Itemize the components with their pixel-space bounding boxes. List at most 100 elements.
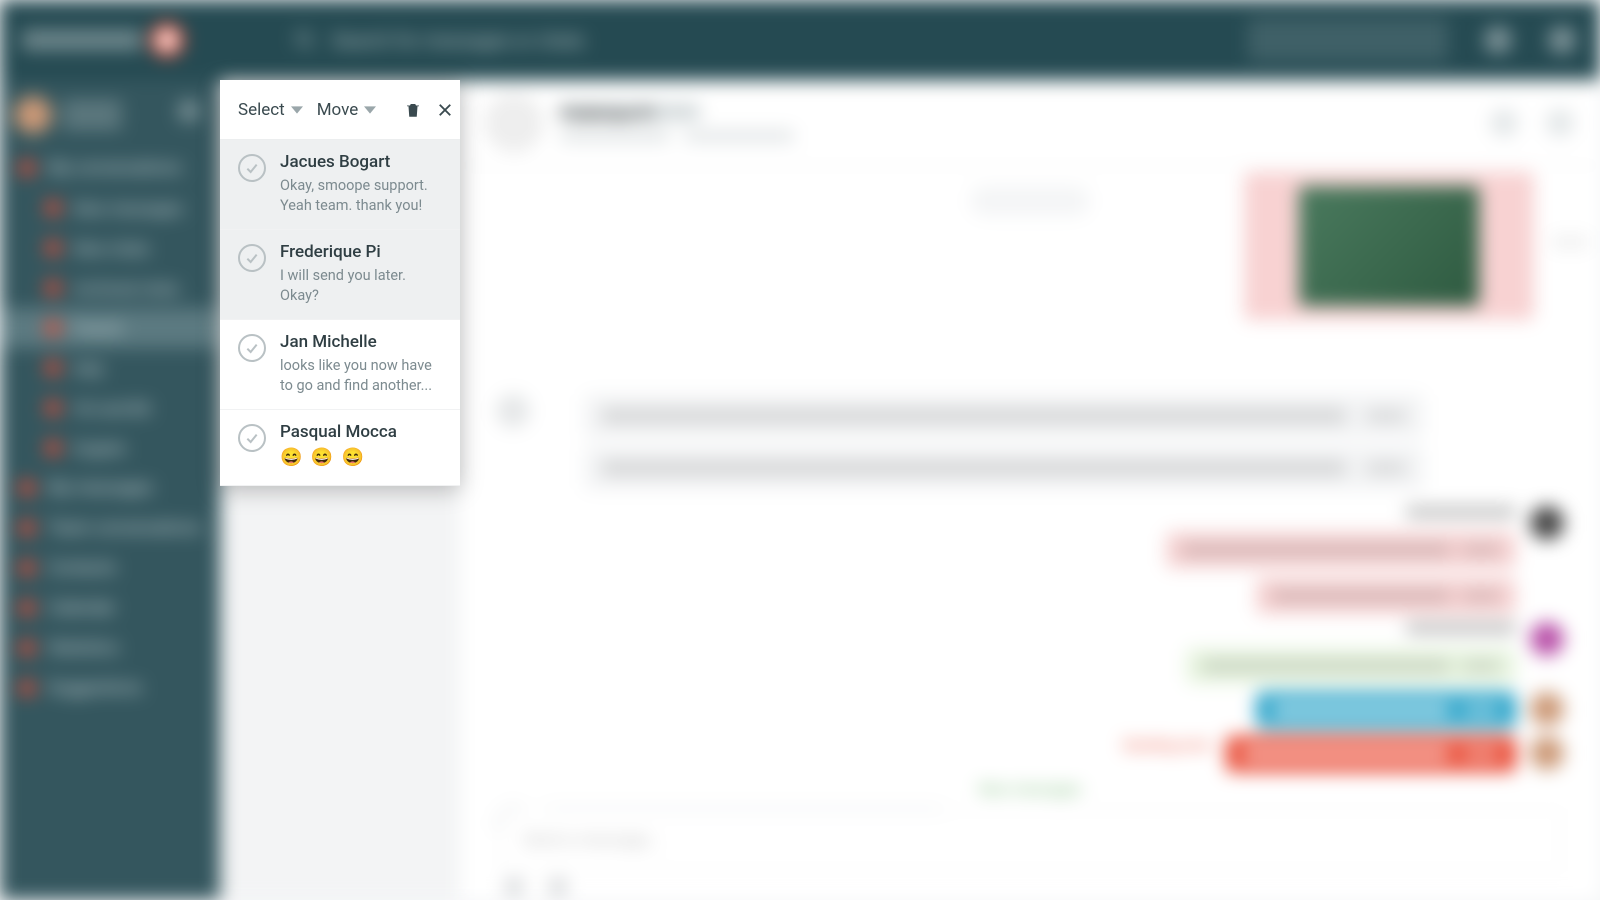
- select-label: Select: [238, 100, 285, 120]
- incoming-row: [496, 806, 1564, 858]
- conversation-select-panel: Select Move Jacues Bogart Okay, smoope su…: [220, 80, 460, 486]
- search[interactable]: Search for messages or chats: [294, 29, 584, 52]
- image-attachment[interactable]: [1244, 172, 1534, 320]
- sidebar-bullet-icon: [46, 201, 60, 215]
- sidebar-user[interactable]: [14, 92, 206, 138]
- chat-title: Frederique Pi: [560, 104, 700, 120]
- topbar: Search for messages or chats: [0, 0, 1600, 80]
- sidebar-item[interactable]: English: [0, 428, 220, 468]
- msg-avatar: [1530, 506, 1564, 540]
- header-compose-icon[interactable]: [1548, 26, 1576, 54]
- chat-avatar: [486, 95, 542, 151]
- outgoing-bubble: [1256, 578, 1516, 614]
- sidebar-bullet-icon: [46, 361, 60, 375]
- sidebar-item[interactable]: Contacts: [0, 548, 220, 588]
- chat-body: Sending error New messages: [460, 166, 1600, 780]
- outgoing-bubble: [1256, 692, 1516, 728]
- delete-button[interactable]: [404, 99, 422, 121]
- emoji-icon[interactable]: [504, 877, 524, 897]
- selection-toolbar: Select Move: [220, 80, 460, 140]
- outgoing-row: [496, 692, 1564, 728]
- topbar-right: [1248, 0, 1576, 80]
- row-preview: looks like you now have to go and find a…: [280, 356, 442, 395]
- sidebar-item[interactable]: French: [0, 308, 220, 348]
- sidebar-bullet-icon: [20, 561, 34, 575]
- header-action-button[interactable]: [1248, 18, 1448, 62]
- sidebar-item[interactable]: Statistics: [0, 628, 220, 668]
- sidebar-item[interactable]: New chats: [0, 228, 220, 268]
- chat-phone-icon[interactable]: [1490, 109, 1518, 137]
- sidebar-item[interactable]: Team conversations: [0, 508, 220, 548]
- attach-icon[interactable]: [548, 877, 568, 897]
- select-dropdown[interactable]: Select: [238, 100, 303, 120]
- sidebar-item[interactable]: HU and BG: [0, 388, 220, 428]
- sidebar-item-label: My conversations: [48, 158, 182, 178]
- outgoing-bubble-error: [1226, 736, 1516, 772]
- close-icon: [436, 101, 454, 119]
- sidebar-bullet-icon: [20, 681, 34, 695]
- sidebar-item[interactable]: New messages: [0, 188, 220, 228]
- sidebar-item-label: HU and BG: [74, 399, 151, 418]
- row-checkbox[interactable]: [238, 334, 266, 362]
- close-button[interactable]: [436, 99, 454, 121]
- sidebar-item-label: Contacts: [48, 558, 116, 578]
- sidebar-item[interactable]: My messages: [0, 468, 220, 508]
- sidebar-item[interactable]: Calendar: [0, 588, 220, 628]
- row-name: Frederique Pi: [280, 242, 442, 262]
- incoming-bubble: [584, 394, 1424, 438]
- row-checkbox[interactable]: [238, 154, 266, 182]
- brand-logo-icon: [150, 23, 184, 57]
- conversation-list: Jacues Bogart Okay, smoope support. Yeah …: [220, 140, 460, 486]
- search-placeholder: Search for messages or chats: [332, 29, 584, 52]
- row-body: Jan Michelle looks like you now have to g…: [280, 332, 442, 395]
- move-label: Move: [317, 100, 359, 120]
- sidebar-item[interactable]: Suggestions: [0, 668, 220, 708]
- row-name: Jacues Bogart: [280, 152, 442, 172]
- sidebar-item[interactable]: Archived chats: [0, 268, 220, 308]
- input-placeholder: Send a message…: [523, 830, 659, 850]
- gear-icon[interactable]: [178, 100, 200, 122]
- outgoing-row: [496, 622, 1564, 684]
- new-messages-divider: New messages: [496, 780, 1564, 798]
- row-preview: Okay, smoope support. Yeah team. thank y…: [280, 176, 442, 215]
- check-icon: [244, 250, 260, 266]
- row-body: Jacues Bogart Okay, smoope support. Yeah …: [280, 152, 442, 215]
- check-icon: [244, 340, 260, 356]
- incoming-bubble: [584, 446, 1424, 490]
- chat-more-icon[interactable]: [1546, 109, 1574, 137]
- chat-header-actions: [1490, 109, 1574, 137]
- sidebar-item-label: Team conversations: [48, 518, 201, 538]
- sidebar-item[interactable]: My conversations: [0, 148, 220, 188]
- header-bell-icon[interactable]: [1484, 26, 1512, 54]
- conversation-row[interactable]: Pasqual Mocca😄 😄 😄: [220, 410, 460, 485]
- row-checkbox[interactable]: [238, 244, 266, 272]
- check-icon: [244, 430, 260, 446]
- sidebar-bullet-icon: [20, 161, 34, 175]
- row-name: Jan Michelle: [280, 332, 442, 352]
- sidebar-bullet-icon: [46, 401, 60, 415]
- conversation-row[interactable]: Jacues Bogart Okay, smoope support. Yeah …: [220, 140, 460, 230]
- row-checkbox[interactable]: [238, 424, 266, 452]
- sidebar-bullet-icon: [20, 521, 34, 535]
- move-dropdown[interactable]: Move: [317, 100, 377, 120]
- sidebar-item-label: Archived chats: [74, 279, 179, 298]
- search-icon: [294, 29, 316, 51]
- msg-avatar: [1530, 692, 1564, 726]
- chat-input-actions: [504, 874, 568, 900]
- sidebar-item[interactable]: Italy: [0, 348, 220, 388]
- sidebar-item-label: Statistics: [48, 638, 119, 658]
- sidebar-bullet-icon: [46, 321, 60, 335]
- row-body: Frederique PiI will send you later. Okay…: [280, 242, 442, 305]
- incoming-bubble: [544, 806, 944, 850]
- outgoing-row: [496, 506, 1564, 614]
- chevron-down-icon: [364, 104, 376, 116]
- sidebar: My conversations New messagesNew chats Arc…: [0, 80, 220, 900]
- sidebar-item-label: My messages: [48, 478, 153, 498]
- conversation-row[interactable]: Jan Michelle looks like you now have to g…: [220, 320, 460, 410]
- conversation-row[interactable]: Frederique PiI will send you later. Okay…: [220, 230, 460, 320]
- msg-avatar: [1530, 736, 1564, 770]
- chat-area: Frederique Pi: [460, 80, 1600, 900]
- message-input[interactable]: Send a message…: [500, 810, 1560, 870]
- sidebar-bullet-icon: [20, 601, 34, 615]
- sender-name: [1406, 622, 1516, 634]
